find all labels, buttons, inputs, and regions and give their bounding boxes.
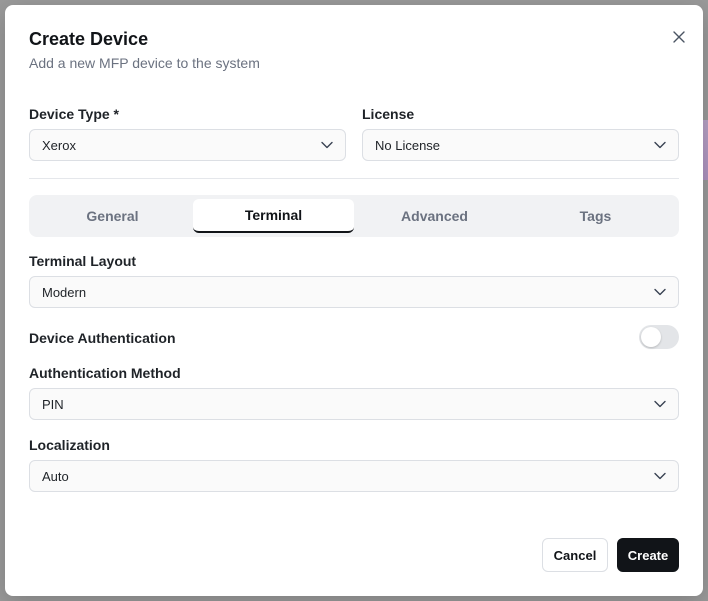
tab-tags[interactable]: Tags	[515, 199, 676, 233]
close-icon	[673, 31, 685, 43]
device-authentication-toggle[interactable]	[639, 325, 679, 349]
device-type-select[interactable]: Xerox	[29, 129, 346, 161]
device-type-value: Xerox	[42, 137, 76, 153]
terminal-layout-select[interactable]: Modern	[29, 276, 679, 308]
create-device-dialog: Create Device Add a new MFP device to th…	[5, 5, 703, 596]
terminal-layout-value: Modern	[42, 284, 87, 300]
divider	[29, 178, 679, 179]
authentication-method-label: Authentication Method	[29, 365, 181, 381]
authentication-method-value: PIN	[42, 396, 64, 412]
license-value: No License	[375, 137, 441, 153]
dialog-subtitle: Add a new MFP device to the system	[29, 55, 260, 71]
dialog-title: Create Device	[29, 29, 149, 49]
cancel-button[interactable]: Cancel	[542, 538, 608, 572]
device-authentication-label: Device Authentication	[29, 330, 176, 346]
close-button[interactable]	[670, 28, 688, 46]
chevron-down-icon	[321, 141, 333, 149]
create-button[interactable]: Create	[617, 538, 679, 572]
tab-terminal[interactable]: Terminal	[193, 199, 354, 233]
license-label: License	[362, 106, 415, 122]
tab-general[interactable]: General	[32, 199, 193, 233]
authentication-method-select[interactable]: PIN	[29, 388, 679, 420]
tab-advanced[interactable]: Advanced	[354, 199, 515, 233]
tab-bar: General Terminal Advanced Tags	[29, 195, 679, 237]
license-select[interactable]: No License	[362, 129, 679, 161]
terminal-layout-label: Terminal Layout	[29, 253, 137, 269]
device-type-label: Device Type *	[29, 106, 120, 122]
chevron-down-icon	[654, 288, 666, 296]
chevron-down-icon	[654, 400, 666, 408]
localization-select[interactable]: Auto	[29, 460, 679, 492]
chevron-down-icon	[654, 472, 666, 480]
toggle-knob	[641, 327, 661, 347]
localization-label: Localization	[29, 437, 110, 453]
localization-value: Auto	[42, 468, 69, 484]
chevron-down-icon	[654, 141, 666, 149]
